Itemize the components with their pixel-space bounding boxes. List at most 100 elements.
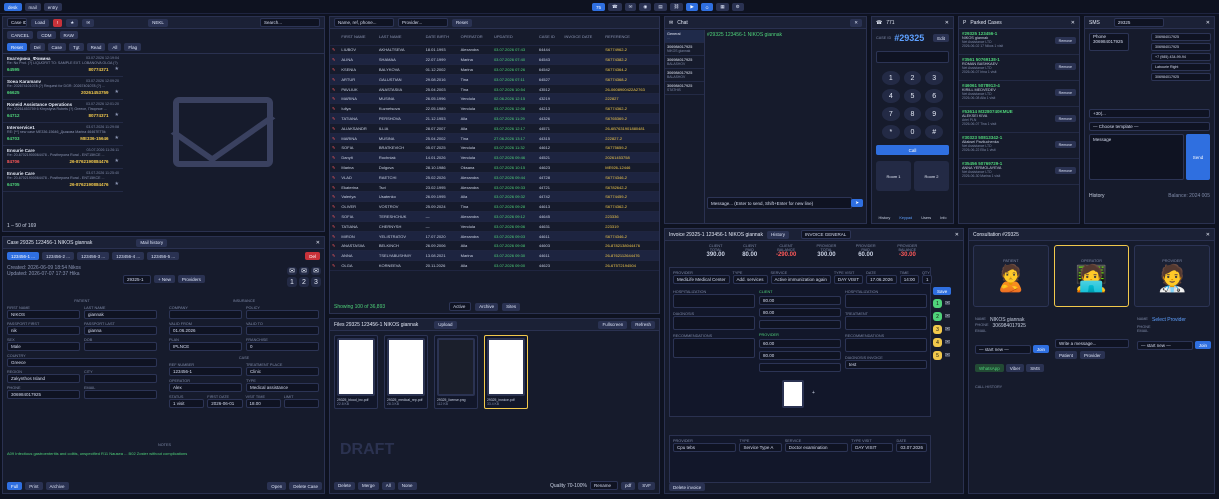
pencil-icon[interactable]: ✎ [330, 221, 340, 232]
dial-key[interactable]: 4 [882, 89, 900, 103]
nav-tgt[interactable]: Tgt [69, 43, 84, 51]
reset-button[interactable]: Reset [452, 18, 472, 27]
case-id-5[interactable]: 123456-5 ... [147, 252, 180, 260]
mail-icon[interactable]: ✉ [82, 18, 95, 27]
num-badge[interactable]: 5 [933, 351, 942, 360]
parked-item[interactable]: #46061 5078913-4 KIRILL MEDVEDEV Net Assis… [959, 81, 1079, 107]
mail-icon[interactable]: ✉ [945, 352, 950, 359]
remove-button[interactable]: Remove [1054, 167, 1076, 174]
status-field[interactable]: 1 visit [169, 399, 205, 408]
delete-case-button[interactable]: Delete Case [289, 482, 322, 490]
status-select[interactable]: Active [449, 302, 472, 311]
dial-key[interactable]: 3 [925, 71, 943, 85]
table-row[interactable]: ✎ TATIANA CHERNYSH — Vendula 03.07.2026 09:06… [330, 221, 659, 232]
pencil-icon[interactable]: ✎ [330, 74, 340, 85]
send-sms-button[interactable]: Send [1186, 134, 1210, 180]
tab-mail[interactable]: mail [24, 3, 41, 11]
viber-button[interactable]: Viber [1005, 364, 1025, 372]
visit-time-field[interactable]: 18.00 [245, 399, 281, 408]
room1-button[interactable]: Room 1 [876, 161, 911, 191]
provider2-field[interactable]: Cpu tebs [673, 443, 737, 452]
pencil-icon[interactable]: ✎ [330, 172, 340, 183]
files-none[interactable]: None [397, 481, 417, 490]
close-icon[interactable]: ✕ [1206, 20, 1210, 26]
franchise-field[interactable]: 0 [246, 342, 319, 351]
load-button[interactable]: Load [31, 18, 50, 27]
slot-2[interactable]: 2 [299, 277, 309, 287]
dial-key[interactable]: 1 [882, 71, 900, 85]
table-row[interactable]: ✎ OLIVER VOSTROV 25.09.2024 Tina 03.07.2026 0… [330, 201, 659, 213]
table-row[interactable]: ✎ Iuliya Kuznetsova 22.05.1989 Vendula 03.07.… [330, 103, 659, 115]
column-header[interactable]: FIRST NAME [339, 29, 377, 46]
table-row[interactable]: ✎ MIRON YELISTRATOV 17.07.2020 Alexandra 03.0… [330, 231, 659, 242]
star-icon[interactable]: ★ [115, 181, 119, 187]
limit-field[interactable] [283, 399, 319, 408]
table-row[interactable]: ✎ ARTUR GALUSTIAN 29.08.2016 Tina 03.07.2026 … [330, 74, 659, 85]
pencil-icon[interactable]: ✎ [330, 133, 340, 144]
invoice-save[interactable]: Save [933, 287, 952, 295]
table-row[interactable]: ✎ KSENIA BALYKOVA 01.12.2002 Marina 03.07.202… [330, 64, 659, 75]
case-id-2[interactable]: 123456-2 ... [42, 252, 75, 260]
pencil-icon[interactable]: ✎ [330, 250, 340, 262]
provider-btn[interactable]: Provider [1080, 351, 1105, 359]
files-all[interactable]: All [381, 481, 395, 490]
column-header[interactable]: UPDATED [491, 29, 537, 46]
last-name-field[interactable]: giannak [84, 310, 157, 319]
phone-icon[interactable]: ☎ [608, 3, 622, 11]
provider-amt-field[interactable]: 60.00 [759, 339, 841, 348]
dial-key[interactable]: 7 [882, 107, 900, 121]
case-id-4[interactable]: 123456-4 ... [112, 252, 145, 260]
fullscreen-button[interactable]: Fullscreen [598, 320, 628, 329]
delete-case-id[interactable]: Del [305, 252, 320, 260]
table-row[interactable]: ✎ TATIANA PERSHOVA 21.12.1953 Alla 03.07.2026… [330, 113, 659, 124]
list-item[interactable]: Eкатерина_Фомина Re: No Prot. (?) LIQUORI… [3, 54, 123, 77]
column-header[interactable]: CASE ID [536, 29, 563, 46]
ref-number-field[interactable]: 123456-1 [169, 367, 242, 376]
service2-field[interactable]: Doctor examination [784, 443, 849, 452]
video-icon[interactable]: ▶ [686, 3, 698, 11]
file-thumb[interactable]: 29325_invoice.pdf 33.4 KB [484, 335, 528, 409]
pencil-icon[interactable]: ✎ [330, 54, 340, 66]
provider-field[interactable]: MediLife Medical Center [673, 275, 730, 284]
provider-join-button[interactable]: Join [1194, 341, 1211, 349]
grid-icon[interactable]: ▦ [716, 3, 729, 11]
new-button[interactable]: + New [154, 275, 175, 283]
camera-icon[interactable]: ◉ [639, 3, 652, 11]
edit-button[interactable]: Edit [933, 34, 949, 42]
star-icon[interactable]: ★ [115, 112, 119, 118]
pencil-icon[interactable]: ✎ [330, 142, 340, 154]
list-item[interactable]: Ensurie Care Re: 20-67021900064478 - Post… [3, 169, 123, 192]
settings-icon[interactable]: ⚙ [731, 3, 744, 11]
dial-key[interactable]: 5 [903, 89, 922, 103]
room2-button[interactable]: Room 2 [914, 161, 949, 191]
provider-search[interactable]: Provider... [398, 18, 448, 27]
table-row[interactable]: ✎ ALIAKSANDR ILLIA 28.07.2007 Alla 03.07.2026… [330, 123, 659, 134]
name-search[interactable]: Name, ref, phone... [334, 18, 394, 27]
column-header[interactable]: REFERENCE [603, 29, 659, 46]
parked-item[interactable]: #3561 50769138-1 ROMAN BASHKAEV Net Assist… [959, 55, 1079, 81]
pencil-icon[interactable]: ✎ [330, 113, 340, 124]
list-item[interactable]: Ensurie Care Re: 20-67021900064478 - Post… [3, 146, 123, 169]
filter-raw[interactable]: RAW [59, 31, 78, 39]
sites-filter[interactable]: Sites [502, 302, 521, 311]
slot-3[interactable]: 3 [311, 277, 321, 287]
print-button[interactable]: Print [25, 482, 43, 490]
mail-icon[interactable]: ✉ [945, 339, 950, 346]
pencil-icon[interactable]: ✎ [330, 84, 340, 95]
archive-button[interactable]: Archive [45, 482, 69, 490]
operator-message[interactable]: Write a message... [1055, 339, 1129, 348]
hosp-field[interactable] [673, 294, 755, 308]
price1-field[interactable]: 80.00 [759, 296, 841, 305]
template-select[interactable]: — Choose template — [1089, 122, 1210, 131]
chat-contact[interactable]: 306984017925 BALASHOV [665, 69, 704, 82]
dial-key[interactable]: * [882, 125, 900, 139]
region-field[interactable]: Zakynthos Island [7, 374, 80, 383]
invoice-type-select[interactable]: INVOICE GENERAL [800, 230, 851, 239]
user-icon[interactable]: ☺ [700, 3, 714, 11]
treat-field[interactable] [845, 316, 927, 330]
list-item[interactable]: Interservice1 RE: [**] new case ME336-156… [3, 123, 123, 146]
nav-read[interactable]: Read [86, 43, 106, 51]
parked-item[interactable]: #35456 50769729-1 ANNA YERMOLAYEVA Net Ass… [959, 159, 1079, 185]
chat-icon[interactable]: ✉ [624, 3, 637, 11]
sms-recipient[interactable]: 306984017925 [1151, 33, 1211, 41]
